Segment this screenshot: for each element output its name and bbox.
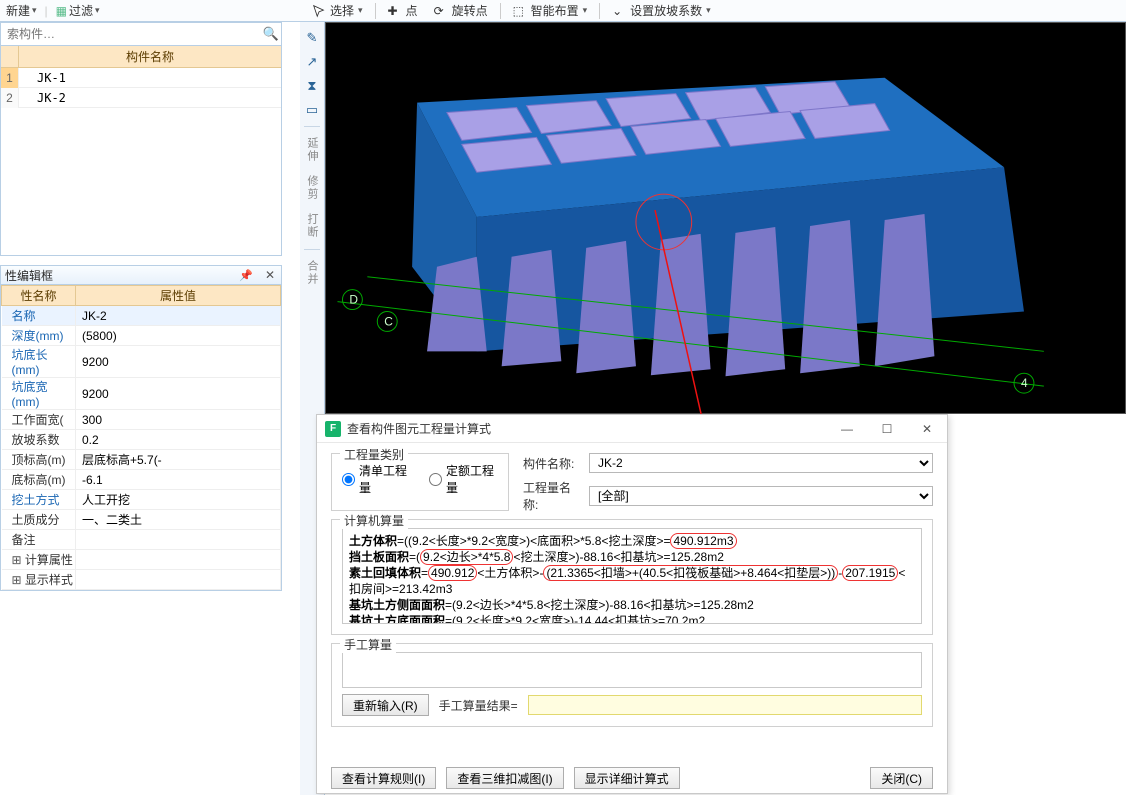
property-grid: 性名称 属性值 名称JK-2深度(mm)(5800)坑底长(mm)9200坑底宽… [0,285,282,591]
mirror-icon[interactable]: ⧗ [302,76,322,96]
property-row[interactable]: ⊞ 计算属性 [2,550,281,570]
component-row[interactable]: 2 JK-2 [1,88,281,108]
vt-trim[interactable]: 修剪 [304,175,320,201]
viewport-toolbar: 选择▾ ✚点 ⟳旋转点 ⬚智能布置▾ ⌄设置放坡系数▾ [300,0,1126,22]
minimize-button[interactable]: — [827,415,867,443]
plus-point-icon: ✚ [388,4,402,18]
svg-text:D: D [349,293,358,307]
vt-extend[interactable]: 延伸 [304,137,320,163]
component-list: 构件名称 1 JK-1 2 JK-2 [0,46,282,256]
viewport-3d[interactable]: D C 4 [325,22,1126,414]
cursor-icon [312,4,326,18]
filter-dropdown[interactable]: ▦ 过滤 ▾ [56,2,100,19]
vt-merge[interactable]: 合并 [304,260,320,286]
new-dropdown[interactable]: 新建 ▾ [6,2,37,19]
dialog-title: 查看构件图元工程量计算式 [347,420,491,437]
new-label: 新建 [6,2,30,19]
left-top-toolbar: 新建 ▾ | ▦ 过滤 ▾ [0,0,300,22]
rotate-point-tool[interactable]: ⟳旋转点 [428,1,494,20]
vt-break[interactable]: 打断 [304,213,320,239]
calc-legend: 计算机算量 [340,512,408,529]
manual-result-label: 手工算量结果= [439,697,518,714]
manual-legend: 手工算量 [340,636,396,653]
manual-input[interactable] [342,652,922,688]
property-row[interactable]: 放坡系数0.2 [2,430,281,450]
dialog-close-button[interactable]: 关闭(C) [870,767,933,789]
property-panel-title: 性编辑框 📌 ✕ [0,265,282,285]
close-icon[interactable]: ✕ [259,268,281,282]
property-row[interactable]: 坑底宽(mm)9200 [2,378,281,410]
comp-name-label: 构件名称: [523,455,583,472]
property-row[interactable]: 土质成分一、二类土 [2,510,281,530]
brush-icon[interactable]: ✎ [302,28,322,48]
component-row[interactable]: 1 JK-1 [1,68,281,88]
property-row[interactable]: 顶标高(m)层底标高+5.7(- [2,450,281,470]
calc-result-box[interactable]: 土方体积=((9.2<长度>*9.2<宽度>)<底面积>*5.8<挖土深度>=4… [342,528,922,624]
svg-text:C: C [384,314,393,328]
property-row[interactable]: 底标高(m)-6.1 [2,470,281,490]
slope-icon: ⌄ [612,4,626,18]
view-3d-button[interactable]: 查看三维扣减图(I) [446,767,563,789]
property-row[interactable]: ⊞ 显示样式 [2,570,281,590]
radio-list-qty[interactable]: 清单工程量 [342,462,411,496]
prop-col-value: 属性值 [76,286,281,306]
select-tool[interactable]: 选择▾ [306,1,369,20]
property-row[interactable]: 深度(mm)(5800) [2,326,281,346]
dialog-titlebar[interactable]: F 查看构件图元工程量计算式 — ☐ ✕ [317,415,947,443]
comp-name-select[interactable]: JK-2 [589,453,933,473]
maximize-button[interactable]: ☐ [867,415,907,443]
reinput-button[interactable]: 重新输入(R) [342,694,429,716]
pin-icon[interactable]: 📌 [233,269,259,282]
point-tool[interactable]: ✚点 [382,1,424,20]
close-button[interactable]: ✕ [907,415,947,443]
search-icon[interactable]: 🔍 [261,26,281,42]
smart-layout-tool[interactable]: ⬚智能布置▾ [507,1,594,20]
component-search: 🔍 [0,22,282,46]
property-row[interactable]: 坑底长(mm)9200 [2,346,281,378]
property-row[interactable]: 备注 [2,530,281,550]
view-rule-button[interactable]: 查看计算规则(I) [331,767,436,789]
smart-icon: ⬚ [513,4,527,18]
filter-label: 过滤 [69,2,93,19]
app-icon: F [325,421,341,437]
caret-down-icon: ▾ [95,5,100,16]
show-detail-button[interactable]: 显示详细计算式 [574,767,680,789]
caret-down-icon: ▾ [32,5,37,16]
quantity-dialog: F 查看构件图元工程量计算式 — ☐ ✕ 工程量类别 清单工程量 定额工程量 构… [316,414,948,794]
manual-result-value [528,695,922,715]
radio-quota-qty[interactable]: 定额工程量 [429,462,498,496]
qty-name-select[interactable]: [全部] [589,486,933,506]
prop-col-name: 性名称 [2,286,76,306]
pick-icon[interactable]: ↗ [302,52,322,72]
rotate-icon: ⟳ [434,4,448,18]
property-row[interactable]: 工作面宽(300 [2,410,281,430]
svg-text:4: 4 [1021,376,1028,390]
property-row[interactable]: 名称JK-2 [2,306,281,326]
filter-icon: ▦ [56,4,67,18]
property-row[interactable]: 挖土方式人工开挖 [2,490,281,510]
square-icon[interactable]: ▭ [302,100,322,120]
search-input[interactable] [1,25,261,43]
slope-tool[interactable]: ⌄设置放坡系数▾ [606,1,717,20]
category-legend: 工程量类别 [340,446,408,463]
qty-name-label: 工程量名称: [523,479,583,513]
component-list-header: 构件名称 [19,46,281,67]
